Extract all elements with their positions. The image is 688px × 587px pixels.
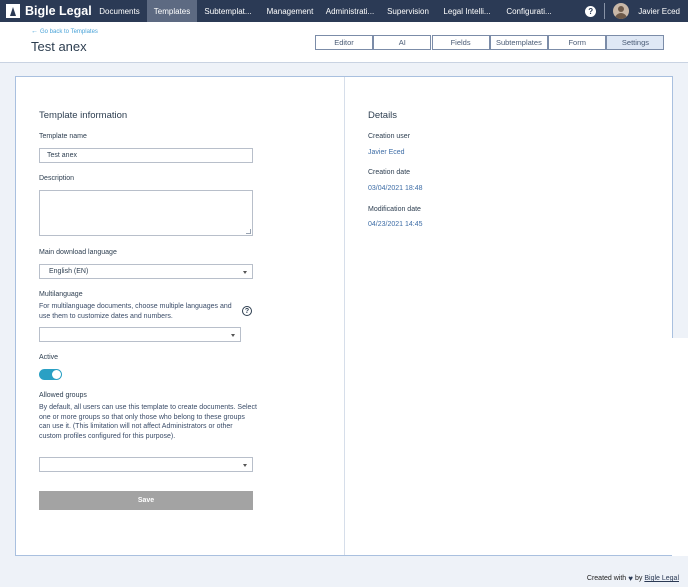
footer-by: by: [634, 575, 643, 582]
page-edge-panel: [672, 338, 688, 556]
active-label: Active: [39, 354, 59, 361]
column-divider: [344, 77, 345, 555]
chevron-down-icon: [231, 333, 235, 337]
help-icon[interactable]: ?: [242, 306, 252, 316]
creation-user-value: Javier Eced: [368, 149, 405, 156]
multilanguage-select[interactable]: [39, 327, 241, 342]
multilanguage-label: Multilanguage: [39, 291, 83, 298]
back-to-templates-link[interactable]: ← Go back to Templates: [31, 28, 98, 35]
tab-editor[interactable]: Editor: [315, 35, 373, 50]
multilanguage-help-text: For multilanguage documents, choose mult…: [39, 303, 232, 320]
template-info-title: Template information: [39, 110, 128, 121]
chevron-down-icon: [243, 270, 247, 274]
language-select[interactable]: English (EN): [39, 264, 253, 279]
user-name[interactable]: Javier Eced: [638, 7, 680, 16]
template-name-label: Template name: [39, 133, 87, 140]
details-title: Details: [368, 110, 398, 121]
arrow-left-icon: ←: [31, 28, 38, 35]
nav-item-subtemplates[interactable]: Subtemplat...: [197, 0, 259, 22]
save-button[interactable]: Save: [39, 491, 253, 510]
description-textarea[interactable]: [39, 190, 253, 236]
brand-name: Bigle Legal: [25, 4, 92, 18]
nav-item-management[interactable]: Management: [259, 0, 321, 22]
footer-prefix: Created with: [586, 575, 627, 582]
page-title: Test anex: [31, 39, 87, 54]
top-navbar: Bigle Legal Documents Templates Subtempl…: [0, 0, 688, 22]
description-label: Description: [39, 175, 75, 182]
resize-handle-icon[interactable]: [246, 229, 251, 234]
toggle-knob: [52, 370, 61, 379]
nav-divider: [604, 3, 606, 19]
footer-bigle-link[interactable]: Bigle Legal: [644, 575, 679, 582]
allowed-groups-label: Allowed groups: [39, 392, 87, 399]
nav-items: Documents Templates Subtemplat... Manage…: [92, 0, 561, 22]
modification-date-label: Modification date: [368, 206, 421, 213]
nav-item-legal-intelligence[interactable]: Legal Intelli...: [437, 0, 497, 22]
tab-form[interactable]: Form: [548, 35, 607, 50]
creation-date-value: 03/04/2021 18:48: [368, 185, 423, 192]
creation-user-label: Creation user: [368, 133, 411, 140]
nav-item-supervision[interactable]: Supervision: [379, 0, 437, 22]
tab-subtemplates[interactable]: Subtemplates: [489, 35, 548, 50]
language-value: English (EN): [49, 268, 89, 275]
page-header: ← Go back to Templates Test anex Editor …: [0, 22, 688, 63]
nav-item-configuration[interactable]: Configurati...: [497, 0, 561, 22]
chevron-down-icon: [243, 463, 247, 467]
nav-item-administration[interactable]: Administrati...: [321, 0, 379, 22]
template-name-input[interactable]: Test anex: [39, 148, 253, 163]
heart-icon: ♥: [628, 574, 633, 583]
help-icon[interactable]: ?: [585, 5, 597, 17]
back-link-label: Go back to Templates: [40, 28, 98, 35]
nav-right: ? Javier Eced: [585, 0, 688, 22]
active-toggle[interactable]: [39, 369, 62, 380]
tab-fields[interactable]: Fields: [431, 35, 490, 50]
footer: Created with ♥ by Bigle Legal: [587, 574, 679, 583]
allowed-groups-help-text: By default, all users can use this templ…: [39, 404, 257, 440]
brand[interactable]: Bigle Legal: [0, 0, 92, 22]
tab-settings[interactable]: Settings: [606, 35, 665, 50]
bigle-logo-icon: [6, 4, 20, 18]
language-label: Main download language: [39, 249, 117, 256]
template-tabs: Editor AI Fields Subtemplates Form Setti…: [315, 35, 665, 50]
nav-item-documents[interactable]: Documents: [92, 0, 147, 22]
settings-card: Template information Template name Test …: [15, 76, 673, 556]
tab-ai[interactable]: AI: [373, 35, 432, 50]
modification-date-value: 04/23/2021 14:45: [368, 221, 423, 228]
nav-item-templates[interactable]: Templates: [147, 0, 197, 22]
creation-date-label: Creation date: [368, 169, 411, 176]
avatar[interactable]: [613, 3, 630, 19]
allowed-groups-select[interactable]: [39, 457, 253, 472]
